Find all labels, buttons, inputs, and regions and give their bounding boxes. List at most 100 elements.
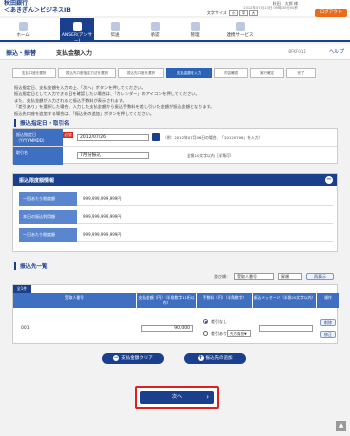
next-button-highlight: 次へ › bbox=[135, 386, 219, 409]
section-payee-title: 振込先一覧 bbox=[14, 262, 48, 270]
limit-row: 本日の振込利用額 999,999,999,999円 bbox=[19, 210, 333, 224]
font-size-small-button[interactable]: 小 bbox=[229, 10, 238, 16]
nav-home[interactable]: ホーム bbox=[6, 18, 40, 42]
step-2: 振込先口座指定方法を選択 bbox=[58, 68, 116, 78]
home-icon bbox=[18, 22, 28, 31]
limit-value: 999,999,999,999円 bbox=[83, 232, 122, 237]
step-indicator: 支払口座を選択 振込先口座指定方法を選択 振込先口座を選択 支払金額を入力 内容… bbox=[12, 68, 338, 78]
nav-label: ANSER(アンサー) bbox=[61, 33, 93, 44]
add-payee-button[interactable]: + 振込先の追加 bbox=[184, 353, 246, 364]
col-operations: 操作 bbox=[317, 293, 339, 308]
service-name: ＜あきぎん＞ビジネスIB bbox=[4, 6, 71, 14]
page: 秋田銀行 ＜あきぎん＞ビジネスIB 秋田 太郎 様 2012年07月13日 09… bbox=[0, 0, 350, 436]
chevron-down-icon: ▼ bbox=[244, 332, 247, 336]
nav-linked-service[interactable]: 連携サービス bbox=[218, 18, 262, 42]
step-1: 支払口座を選択 bbox=[12, 68, 56, 78]
nav-anser[interactable]: ANSER(アンサー) bbox=[60, 18, 94, 44]
next-button[interactable]: 次へ › bbox=[140, 391, 214, 404]
step-6: 実行確定 bbox=[250, 68, 284, 78]
name-note: 全角10文字以内［半角可］ bbox=[187, 153, 234, 158]
col-amount: 支払金額（円）（半角数字11桁以内） bbox=[137, 293, 197, 308]
collapse-icon[interactable]: − bbox=[325, 176, 333, 184]
date-row: 振込指定日（YYYYMMDD） 必須 2012/07/26 （例：2012年07… bbox=[13, 129, 337, 147]
plus-icon: + bbox=[197, 353, 204, 361]
date-label: 振込指定日（YYYYMMDD） bbox=[13, 129, 63, 146]
step-7: 完了 bbox=[286, 68, 316, 78]
limit-value: 999,999,999,999円 bbox=[83, 196, 122, 201]
clear-amount-button[interactable]: − 支払金額クリア bbox=[102, 353, 164, 364]
admin-icon bbox=[190, 22, 200, 31]
screen-id: BFKF011 bbox=[288, 49, 306, 54]
next-label: 次へ bbox=[171, 394, 182, 400]
sort-label: 並び順： bbox=[214, 274, 230, 279]
nav-label: 伝送 bbox=[110, 33, 120, 38]
fee-no-deduct-radio[interactable] bbox=[203, 319, 208, 324]
transaction-name-input[interactable]: 7月分振込 bbox=[77, 152, 149, 159]
col-recipient-id: 受取人番号 bbox=[13, 293, 137, 308]
date-name-table: 振込指定日（YYYYMMDD） 必須 2012/07/26 （例：2012年07… bbox=[12, 128, 338, 165]
limit-value: 999,999,999,999円 bbox=[83, 214, 122, 219]
message-input[interactable] bbox=[259, 325, 313, 332]
step-3: 振込先口座を選択 bbox=[118, 68, 164, 78]
order-select[interactable]: 昇順 bbox=[278, 273, 302, 280]
font-size-control: 文字サイズ 小中大 bbox=[207, 10, 258, 16]
minus-icon: − bbox=[113, 353, 120, 361]
logout-button[interactable]: ログアウト bbox=[315, 9, 347, 17]
sort-select[interactable]: 受取人番号 bbox=[234, 273, 274, 280]
help-link[interactable]: ヘルプ bbox=[329, 48, 344, 55]
fee-bearer-select[interactable]: 先方負担▼ bbox=[227, 330, 251, 337]
instruction-line: 振込先口座を追加する場合は、「振込先の追加」ボタンを押してください。 bbox=[14, 110, 155, 116]
transfer-date-input[interactable]: 2012/07/26 bbox=[77, 134, 149, 141]
fee-no-deduct-label: 差引なし bbox=[211, 319, 227, 324]
anser-icon bbox=[72, 22, 82, 31]
nav-label: 管理 bbox=[190, 33, 200, 38]
calendar-icon[interactable] bbox=[152, 133, 160, 141]
name-row: 取引名 7月分振込 全角10文字以内［半角可］ bbox=[13, 147, 337, 165]
page-top-button[interactable]: ▲ bbox=[336, 421, 346, 431]
link-icon bbox=[235, 22, 245, 31]
amount-input[interactable]: 90,000 bbox=[141, 325, 193, 332]
delete-button[interactable]: 削除 bbox=[320, 319, 336, 326]
limit-label: 一日あたり限度額 bbox=[19, 228, 77, 242]
limit-row: 一日あたり限度額 999,999,999,999円 bbox=[19, 228, 333, 242]
page-title: 支払金額入力 bbox=[56, 50, 93, 57]
clear-amount-label: 支払金額クリア bbox=[121, 356, 153, 361]
font-size-medium-button[interactable]: 中 bbox=[239, 10, 248, 16]
fee-deduct-radio[interactable] bbox=[203, 331, 208, 336]
limits-panel: 振込限度額情報 − 一回あたり限度額 999,999,999,999円 本日の振… bbox=[12, 173, 338, 252]
nav-admin[interactable]: 管理 bbox=[178, 18, 212, 42]
col-fee: 手数料（円）（半角数字） bbox=[197, 293, 253, 308]
edit-button[interactable]: 修正 bbox=[320, 331, 336, 338]
title-bar: 振込・振替 支払金額入力 BFKF011 ヘルプ bbox=[0, 44, 350, 60]
nav-transfer[interactable]: 伝送 bbox=[98, 18, 132, 42]
nav-label: ホーム bbox=[16, 33, 30, 38]
col-message: 振込メッセージ（半角20文字以内） bbox=[253, 293, 317, 308]
nav-label: 連携サービス bbox=[226, 33, 254, 38]
record-count: 全1件 bbox=[13, 285, 31, 293]
resort-button[interactable]: 再表示 bbox=[306, 273, 334, 280]
step-4-current: 支払金額を入力 bbox=[166, 68, 212, 78]
section-date-title: 振込指定日・取引名 bbox=[14, 119, 70, 127]
nav-label: 承認 bbox=[150, 33, 160, 38]
limits-title: 振込限度額情報 bbox=[19, 178, 55, 184]
step-5: 内容確認 bbox=[214, 68, 248, 78]
nav-approve[interactable]: 承認 bbox=[138, 18, 172, 42]
approve-icon bbox=[150, 22, 160, 31]
global-nav: ホーム ANSER(アンサー) 伝送 承認 管理 連携サービス bbox=[0, 18, 350, 44]
name-label: 取引名 bbox=[13, 147, 63, 165]
chevron-right-icon: › bbox=[206, 393, 209, 401]
font-size-large-button[interactable]: 大 bbox=[249, 10, 258, 16]
header: 秋田銀行 ＜あきぎん＞ビジネスIB 秋田 太郎 様 2012年07月13日 09… bbox=[0, 0, 350, 17]
recipient-id: 001 bbox=[21, 326, 30, 331]
limit-row: 一回あたり限度額 999,999,999,999円 bbox=[19, 192, 333, 206]
font-size-label: 文字サイズ bbox=[206, 10, 227, 15]
required-badge: 必須 bbox=[63, 132, 73, 138]
add-payee-label: 振込先の追加 bbox=[205, 356, 233, 361]
fee-deduct-label: 差引あり bbox=[211, 331, 227, 336]
transfer-icon bbox=[110, 22, 120, 31]
bank-logo[interactable]: 秋田銀行 ＜あきぎん＞ビジネスIB bbox=[4, 0, 71, 14]
page-category: 振込・振替 bbox=[6, 50, 37, 57]
payee-table: 全1件 受取人番号 支払金額（円）（半角数字11桁以内） 手数料（円）（半角数字… bbox=[12, 284, 339, 344]
limits-header[interactable]: 振込限度額情報 − bbox=[13, 174, 337, 186]
limit-label: 一回あたり限度額 bbox=[19, 192, 77, 206]
